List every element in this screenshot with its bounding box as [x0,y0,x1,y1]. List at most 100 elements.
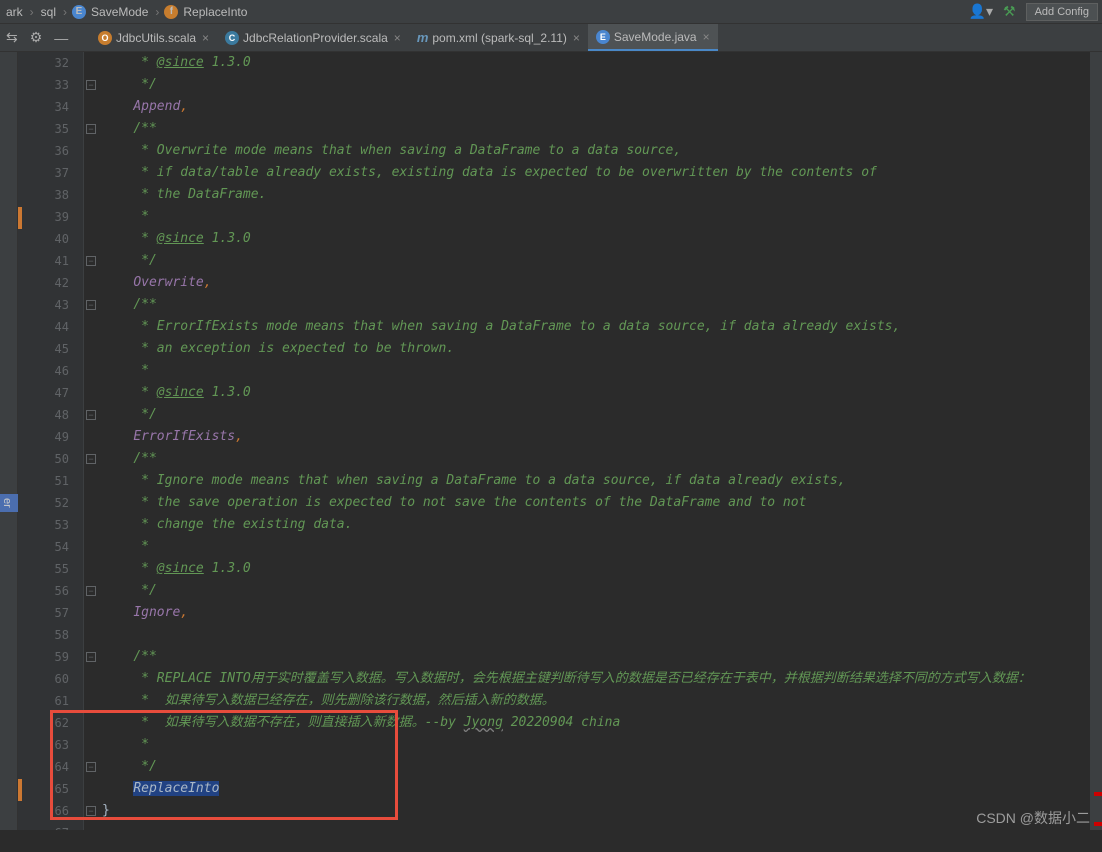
fold-toggle[interactable]: − [86,300,96,310]
line-number[interactable]: 52 [18,492,83,514]
code-line[interactable]: * 如果待写入数据已经存在，则先删除该行数据，然后插入新的数据。 [102,690,1090,712]
line-number[interactable]: 38 [18,184,83,206]
tab-label: pom.xml (spark-sql_2.11) [432,31,566,45]
breadcrumb-item[interactable]: sql [39,5,58,19]
line-number[interactable]: 50 [18,448,83,470]
line-number[interactable]: 60 [18,668,83,690]
line-number[interactable]: 54 [18,536,83,558]
line-number[interactable]: 44 [18,316,83,338]
line-number[interactable]: 37 [18,162,83,184]
code-line[interactable] [102,624,1090,646]
code-line[interactable]: * an exception is expected to be thrown. [102,338,1090,360]
code-line[interactable]: * the save operation is expected to not … [102,492,1090,514]
code-line[interactable]: * ErrorIfExists mode means that when sav… [102,316,1090,338]
code-line[interactable]: * @since 1.3.0 [102,382,1090,404]
code-line[interactable]: */ [102,74,1090,96]
breadcrumb-item[interactable]: SaveMode [89,5,150,19]
collapse-icon[interactable]: ⇆ [6,29,18,46]
line-number[interactable]: 58 [18,624,83,646]
code-line[interactable]: /** [102,646,1090,668]
line-number[interactable]: 59 [18,646,83,668]
code-line[interactable]: */ [102,580,1090,602]
line-number[interactable]: 41 [18,250,83,272]
close-icon[interactable]: × [703,30,710,44]
tab-label: JdbcRelationProvider.scala [243,31,388,45]
tool-window-tab[interactable]: er [0,494,18,512]
breadcrumb-item[interactable]: ark [4,5,25,19]
code-line[interactable]: /** [102,294,1090,316]
line-number[interactable]: 57 [18,602,83,624]
line-number[interactable]: 33 [18,74,83,96]
code-line[interactable]: /** [102,118,1090,140]
line-number[interactable]: 36 [18,140,83,162]
code-line[interactable]: * Overwrite mode means that when saving … [102,140,1090,162]
close-icon[interactable]: × [202,31,209,45]
line-number[interactable]: 46 [18,360,83,382]
line-number[interactable]: 35 [18,118,83,140]
code-line[interactable]: * [102,536,1090,558]
code-line[interactable]: */ [102,250,1090,272]
scala-object-icon: O [98,31,112,45]
fold-toggle[interactable]: − [86,256,96,266]
code-line[interactable]: * change the existing data. [102,514,1090,536]
code-line[interactable]: Append, [102,96,1090,118]
line-number[interactable]: 34 [18,96,83,118]
fold-toggle[interactable]: − [86,652,96,662]
chevron-right-icon: › [61,5,69,19]
user-icon[interactable]: 👤▾ [969,3,993,20]
line-number[interactable]: 39 [18,206,83,228]
code-line[interactable]: * if data/table already exists, existing… [102,162,1090,184]
line-number[interactable]: 40 [18,228,83,250]
tab-pomxml[interactable]: m pom.xml (spark-sql_2.11) × [409,24,588,51]
line-number[interactable]: 47 [18,382,83,404]
fold-toggle[interactable]: − [86,80,96,90]
code-line[interactable]: * @since 1.3.0 [102,558,1090,580]
line-number[interactable]: 53 [18,514,83,536]
fold-toggle[interactable]: − [86,586,96,596]
code-editor[interactable]: 3233343536373839404142434445464748495051… [18,52,1102,830]
code-line[interactable]: * [102,206,1090,228]
line-number[interactable]: 56 [18,580,83,602]
code-line[interactable]: * the DataFrame. [102,184,1090,206]
line-number[interactable]: 51 [18,470,83,492]
code-line[interactable]: Ignore, [102,602,1090,624]
line-number[interactable]: 55 [18,558,83,580]
breadcrumb[interactable]: ark › sql › E SaveMode › f ReplaceInto [4,5,969,19]
code-line[interactable]: * REPLACE INTO用于实时覆盖写入数据。写入数据时，会先根据主键判断待… [102,668,1090,690]
line-number[interactable]: 48 [18,404,83,426]
code-line[interactable]: * Ignore mode means that when saving a D… [102,470,1090,492]
scala-class-icon: C [225,31,239,45]
code-line[interactable]: * @since 1.3.0 [102,52,1090,74]
line-number[interactable]: 49 [18,426,83,448]
breadcrumb-item[interactable]: ReplaceInto [181,5,249,19]
code-line[interactable]: /** [102,448,1090,470]
error-marker[interactable] [1094,792,1102,796]
close-icon[interactable]: × [573,31,580,45]
code-line[interactable]: * [102,360,1090,382]
tab-jdbcutils[interactable]: O JdbcUtils.scala × [90,24,217,51]
code-line[interactable]: */ [102,404,1090,426]
code-line[interactable]: * @since 1.3.0 [102,228,1090,250]
error-marker[interactable] [1094,822,1102,826]
code-line[interactable]: Overwrite, [102,272,1090,294]
maven-icon: m [417,30,429,45]
minimize-icon[interactable]: — [54,30,68,46]
settings-icon[interactable]: ⚙ [30,29,43,46]
line-number[interactable]: 32 [18,52,83,74]
tab-savemode[interactable]: E SaveMode.java × [588,24,718,51]
build-icon[interactable]: ⚒ [1003,3,1016,20]
add-config-button[interactable]: Add Config [1026,3,1098,21]
close-icon[interactable]: × [394,31,401,45]
java-enum-icon: E [596,30,610,44]
fold-toggle[interactable]: − [86,124,96,134]
tab-jdbcrelationprovider[interactable]: C JdbcRelationProvider.scala × [217,24,409,51]
line-number[interactable]: 42 [18,272,83,294]
line-number[interactable]: 61 [18,690,83,712]
status-bar [0,830,1102,852]
line-number[interactable]: 45 [18,338,83,360]
line-number[interactable]: 43 [18,294,83,316]
vertical-scrollbar[interactable] [1090,52,1102,830]
fold-toggle[interactable]: − [86,454,96,464]
code-line[interactable]: ErrorIfExists, [102,426,1090,448]
fold-toggle[interactable]: − [86,410,96,420]
